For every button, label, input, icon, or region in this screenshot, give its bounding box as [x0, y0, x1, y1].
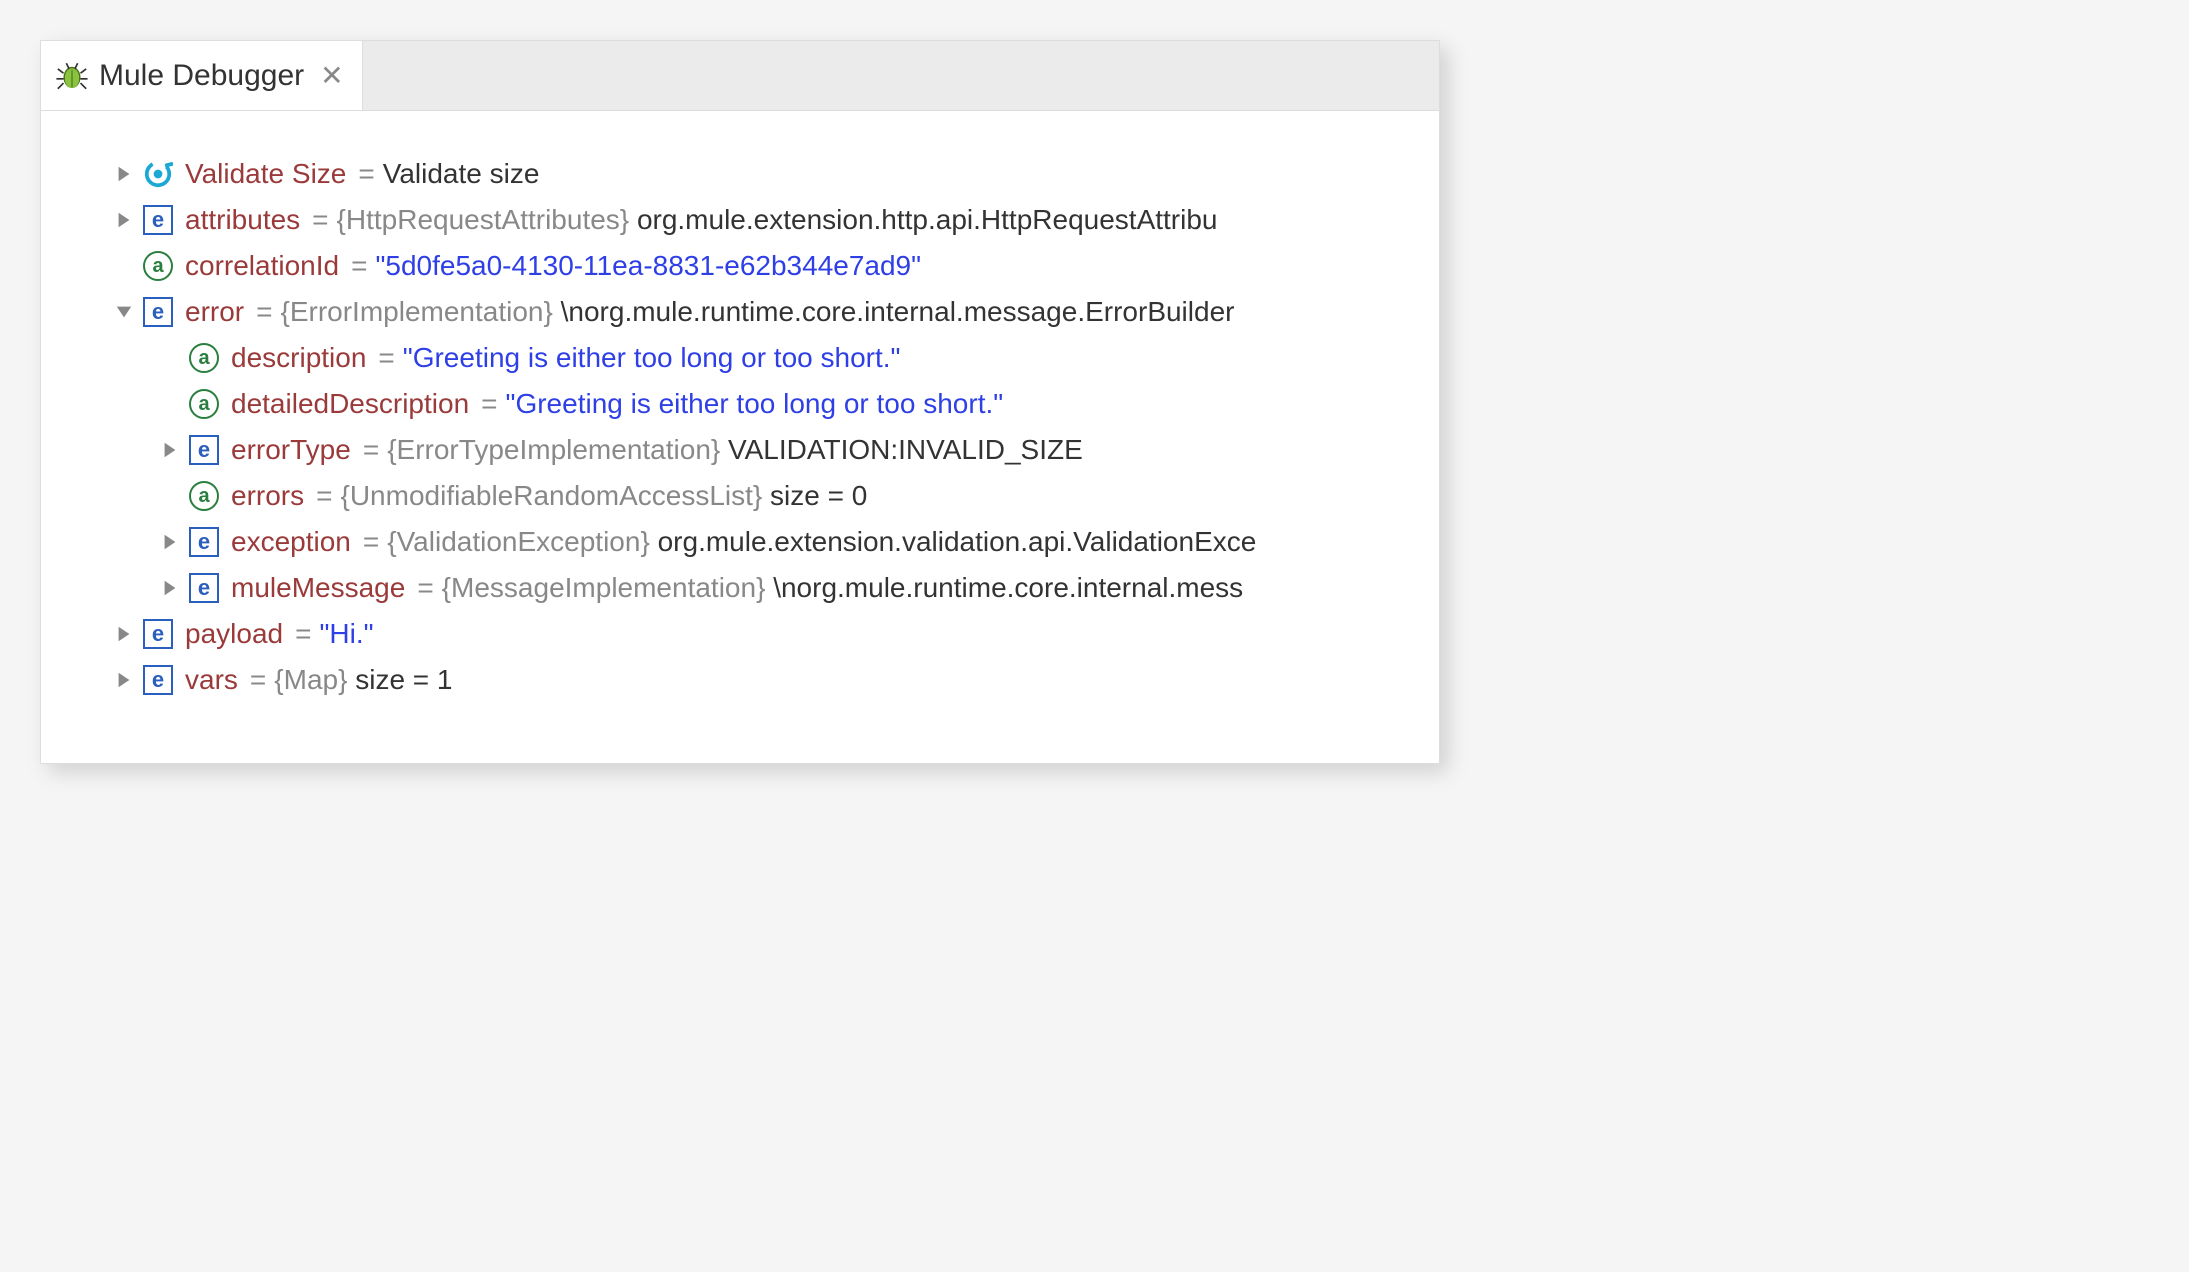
expand-arrow-icon[interactable] [111, 161, 137, 187]
var-name: detailedDescription [231, 388, 469, 420]
expand-arrow-icon[interactable] [111, 207, 137, 233]
var-name: errorType [231, 434, 351, 466]
debugger-tree: Validate Size = Validate size e attribut… [41, 111, 1439, 763]
expand-arrow-icon[interactable] [111, 667, 137, 693]
var-value: Validate size [383, 158, 540, 190]
var-name: muleMessage [231, 572, 405, 604]
var-type: {UnmodifiableRandomAccessList} [340, 480, 762, 512]
expand-arrow-icon[interactable] [111, 621, 137, 647]
var-type: {Map} [274, 664, 347, 696]
tree-row-validate-size[interactable]: Validate Size = Validate size [111, 151, 1439, 197]
tree-row-description[interactable]: a description = "Greeting is either too … [111, 335, 1439, 381]
var-name: vars [185, 664, 238, 696]
element-icon: e [189, 435, 219, 465]
tab-title: Mule Debugger [99, 59, 304, 93]
var-value: size = 0 [770, 480, 867, 512]
attribute-icon: a [143, 251, 173, 281]
attribute-icon: a [189, 481, 219, 511]
var-value: "Hi." [319, 618, 373, 650]
var-value: VALIDATION:INVALID_SIZE [728, 434, 1083, 466]
expand-arrow-icon[interactable] [157, 529, 183, 555]
element-icon: e [143, 297, 173, 327]
tab-mule-debugger[interactable]: Mule Debugger ✕ [41, 41, 363, 110]
tree-row-correlation-id[interactable]: a correlationId = "5d0fe5a0-4130-11ea-88… [111, 243, 1439, 289]
var-value: "5d0fe5a0-4130-11ea-8831-e62b344e7ad9" [375, 250, 921, 282]
tree-row-error[interactable]: e error = {ErrorImplementation} \norg.mu… [111, 289, 1439, 335]
tree-row-vars[interactable]: e vars = {Map} size = 1 [111, 657, 1439, 703]
element-icon: e [143, 665, 173, 695]
tree-row-exception[interactable]: e exception = {ValidationException} org.… [111, 519, 1439, 565]
var-type: {HttpRequestAttributes} [337, 204, 630, 236]
element-icon: e [189, 573, 219, 603]
attribute-icon: a [189, 389, 219, 419]
var-name: correlationId [185, 250, 339, 282]
var-value: org.mule.extension.http.api.HttpRequestA… [637, 204, 1218, 236]
tree-row-mule-message[interactable]: e muleMessage = {MessageImplementation} … [111, 565, 1439, 611]
var-type: {ErrorTypeImplementation} [387, 434, 720, 466]
element-icon: e [143, 619, 173, 649]
var-name: description [231, 342, 366, 374]
tree-row-attributes[interactable]: e attributes = {HttpRequestAttributes} o… [111, 197, 1439, 243]
tab-bar: Mule Debugger ✕ [41, 41, 1439, 111]
var-value: size = 1 [355, 664, 452, 696]
tree-row-payload[interactable]: e payload = "Hi." [111, 611, 1439, 657]
var-type: {MessageImplementation} [442, 572, 766, 604]
var-value: org.mule.extension.validation.api.Valida… [658, 526, 1257, 558]
tree-row-error-type[interactable]: e errorType = {ErrorTypeImplementation} … [111, 427, 1439, 473]
close-icon[interactable]: ✕ [314, 59, 349, 92]
tree-row-detailed-description[interactable]: a detailedDescription = "Greeting is eit… [111, 381, 1439, 427]
var-name: Validate Size [185, 158, 346, 190]
var-name: error [185, 296, 244, 328]
var-type: {ValidationException} [387, 526, 650, 558]
var-value: "Greeting is either too long or too shor… [403, 342, 901, 374]
var-name: attributes [185, 204, 300, 236]
expand-arrow-icon[interactable] [157, 437, 183, 463]
var-name: errors [231, 480, 304, 512]
var-value: \norg.mule.runtime.core.internal.mess [773, 572, 1243, 604]
element-icon: e [143, 205, 173, 235]
var-value: "Greeting is either too long or too shor… [506, 388, 1004, 420]
component-icon [143, 159, 173, 189]
var-name: payload [185, 618, 283, 650]
var-name: exception [231, 526, 351, 558]
collapse-arrow-icon[interactable] [111, 299, 137, 325]
bug-icon [55, 59, 89, 93]
expand-arrow-icon[interactable] [157, 575, 183, 601]
element-icon: e [189, 527, 219, 557]
var-type: {ErrorImplementation} [280, 296, 552, 328]
debugger-panel: Mule Debugger ✕ Validate Size = Validate… [40, 40, 1440, 764]
var-value: \norg.mule.runtime.core.internal.message… [561, 296, 1235, 328]
attribute-icon: a [189, 343, 219, 373]
tree-row-errors[interactable]: a errors = {UnmodifiableRandomAccessList… [111, 473, 1439, 519]
